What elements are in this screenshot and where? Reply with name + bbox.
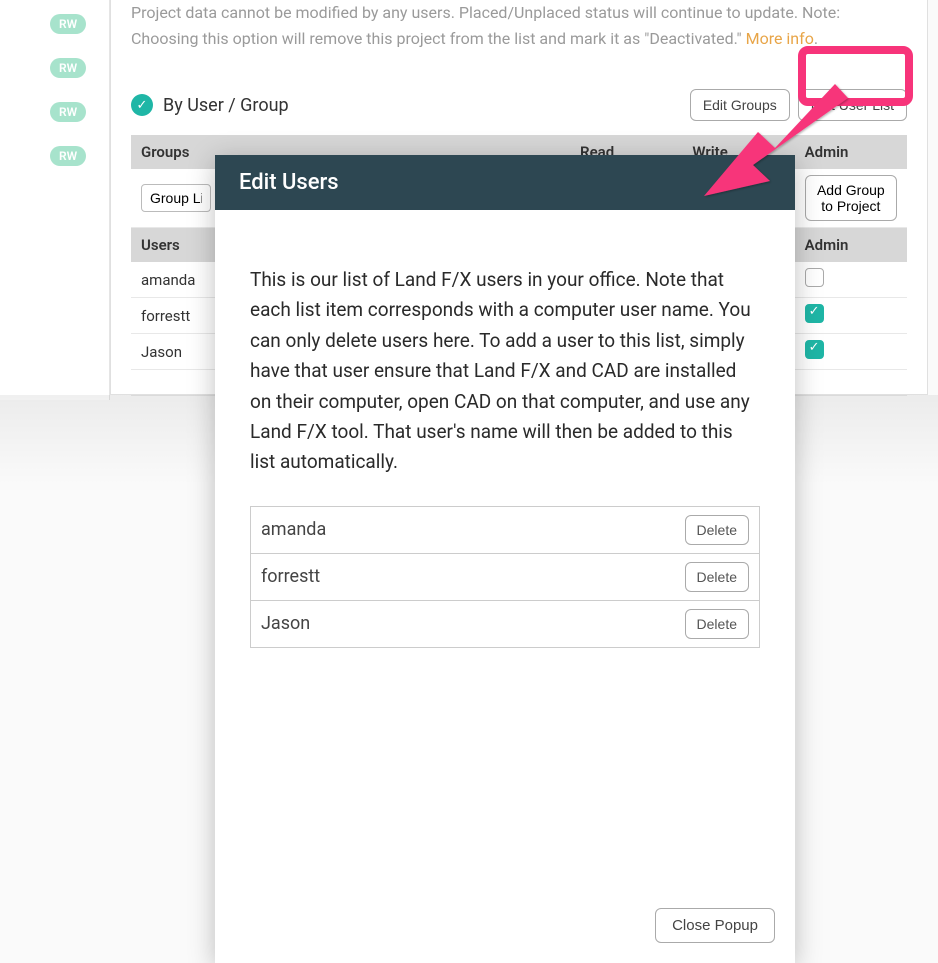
rw-badge: RW <box>50 58 86 78</box>
modal-user-name: Jason <box>261 613 310 634</box>
section-header: ✓ By User / Group Edit Groups Edit User … <box>131 89 907 121</box>
admin-checkbox[interactable] <box>805 304 824 323</box>
modal-title: Edit Users <box>215 155 795 210</box>
group-list-input[interactable] <box>141 184 211 212</box>
period: . <box>814 29 818 48</box>
note-line1: Project data cannot be modified by any u… <box>131 3 840 22</box>
section-title: By User / Group <box>163 95 289 116</box>
admin-checkbox[interactable] <box>805 340 824 359</box>
modal-user-list: amanda Delete forrestt Delete Jason Dele… <box>250 506 760 648</box>
more-info-link[interactable]: More info <box>746 29 814 48</box>
rw-badge: RW <box>50 146 86 166</box>
modal-user-row: forrestt Delete <box>251 554 759 601</box>
note-text: Project data cannot be modified by any u… <box>131 0 907 51</box>
modal-user-name: forrestt <box>261 566 320 587</box>
close-popup-button[interactable]: Close Popup <box>655 908 775 943</box>
left-sidebar: RW RW RW RW <box>0 0 110 400</box>
delete-user-button[interactable]: Delete <box>685 562 749 592</box>
edit-groups-button[interactable]: Edit Groups <box>690 89 790 121</box>
check-circle-icon: ✓ <box>131 94 153 116</box>
edit-user-list-button[interactable]: Edit User List <box>798 89 907 121</box>
col-admin: Admin <box>795 135 907 169</box>
modal-footer: Close Popup <box>215 908 795 963</box>
note-line2: Choosing this option will remove this pr… <box>131 29 746 48</box>
modal-user-row: Jason Delete <box>251 601 759 647</box>
section-title-wrap: ✓ By User / Group <box>131 94 289 116</box>
modal-body: This is our list of Land F/X users in yo… <box>215 210 795 668</box>
admin-checkbox[interactable] <box>805 268 824 287</box>
delete-user-button[interactable]: Delete <box>685 609 749 639</box>
modal-user-name: amanda <box>261 519 326 540</box>
modal-user-row: amanda Delete <box>251 507 759 554</box>
rw-badge: RW <box>50 102 86 122</box>
rw-badge: RW <box>50 14 86 34</box>
add-group-button[interactable]: Add Group to Project <box>805 175 897 221</box>
modal-intro-text: This is our list of Land F/X users in yo… <box>250 265 760 478</box>
col-admin-users: Admin <box>795 228 907 262</box>
delete-user-button[interactable]: Delete <box>685 515 749 545</box>
edit-users-modal: Edit Users This is our list of Land F/X … <box>215 155 795 963</box>
